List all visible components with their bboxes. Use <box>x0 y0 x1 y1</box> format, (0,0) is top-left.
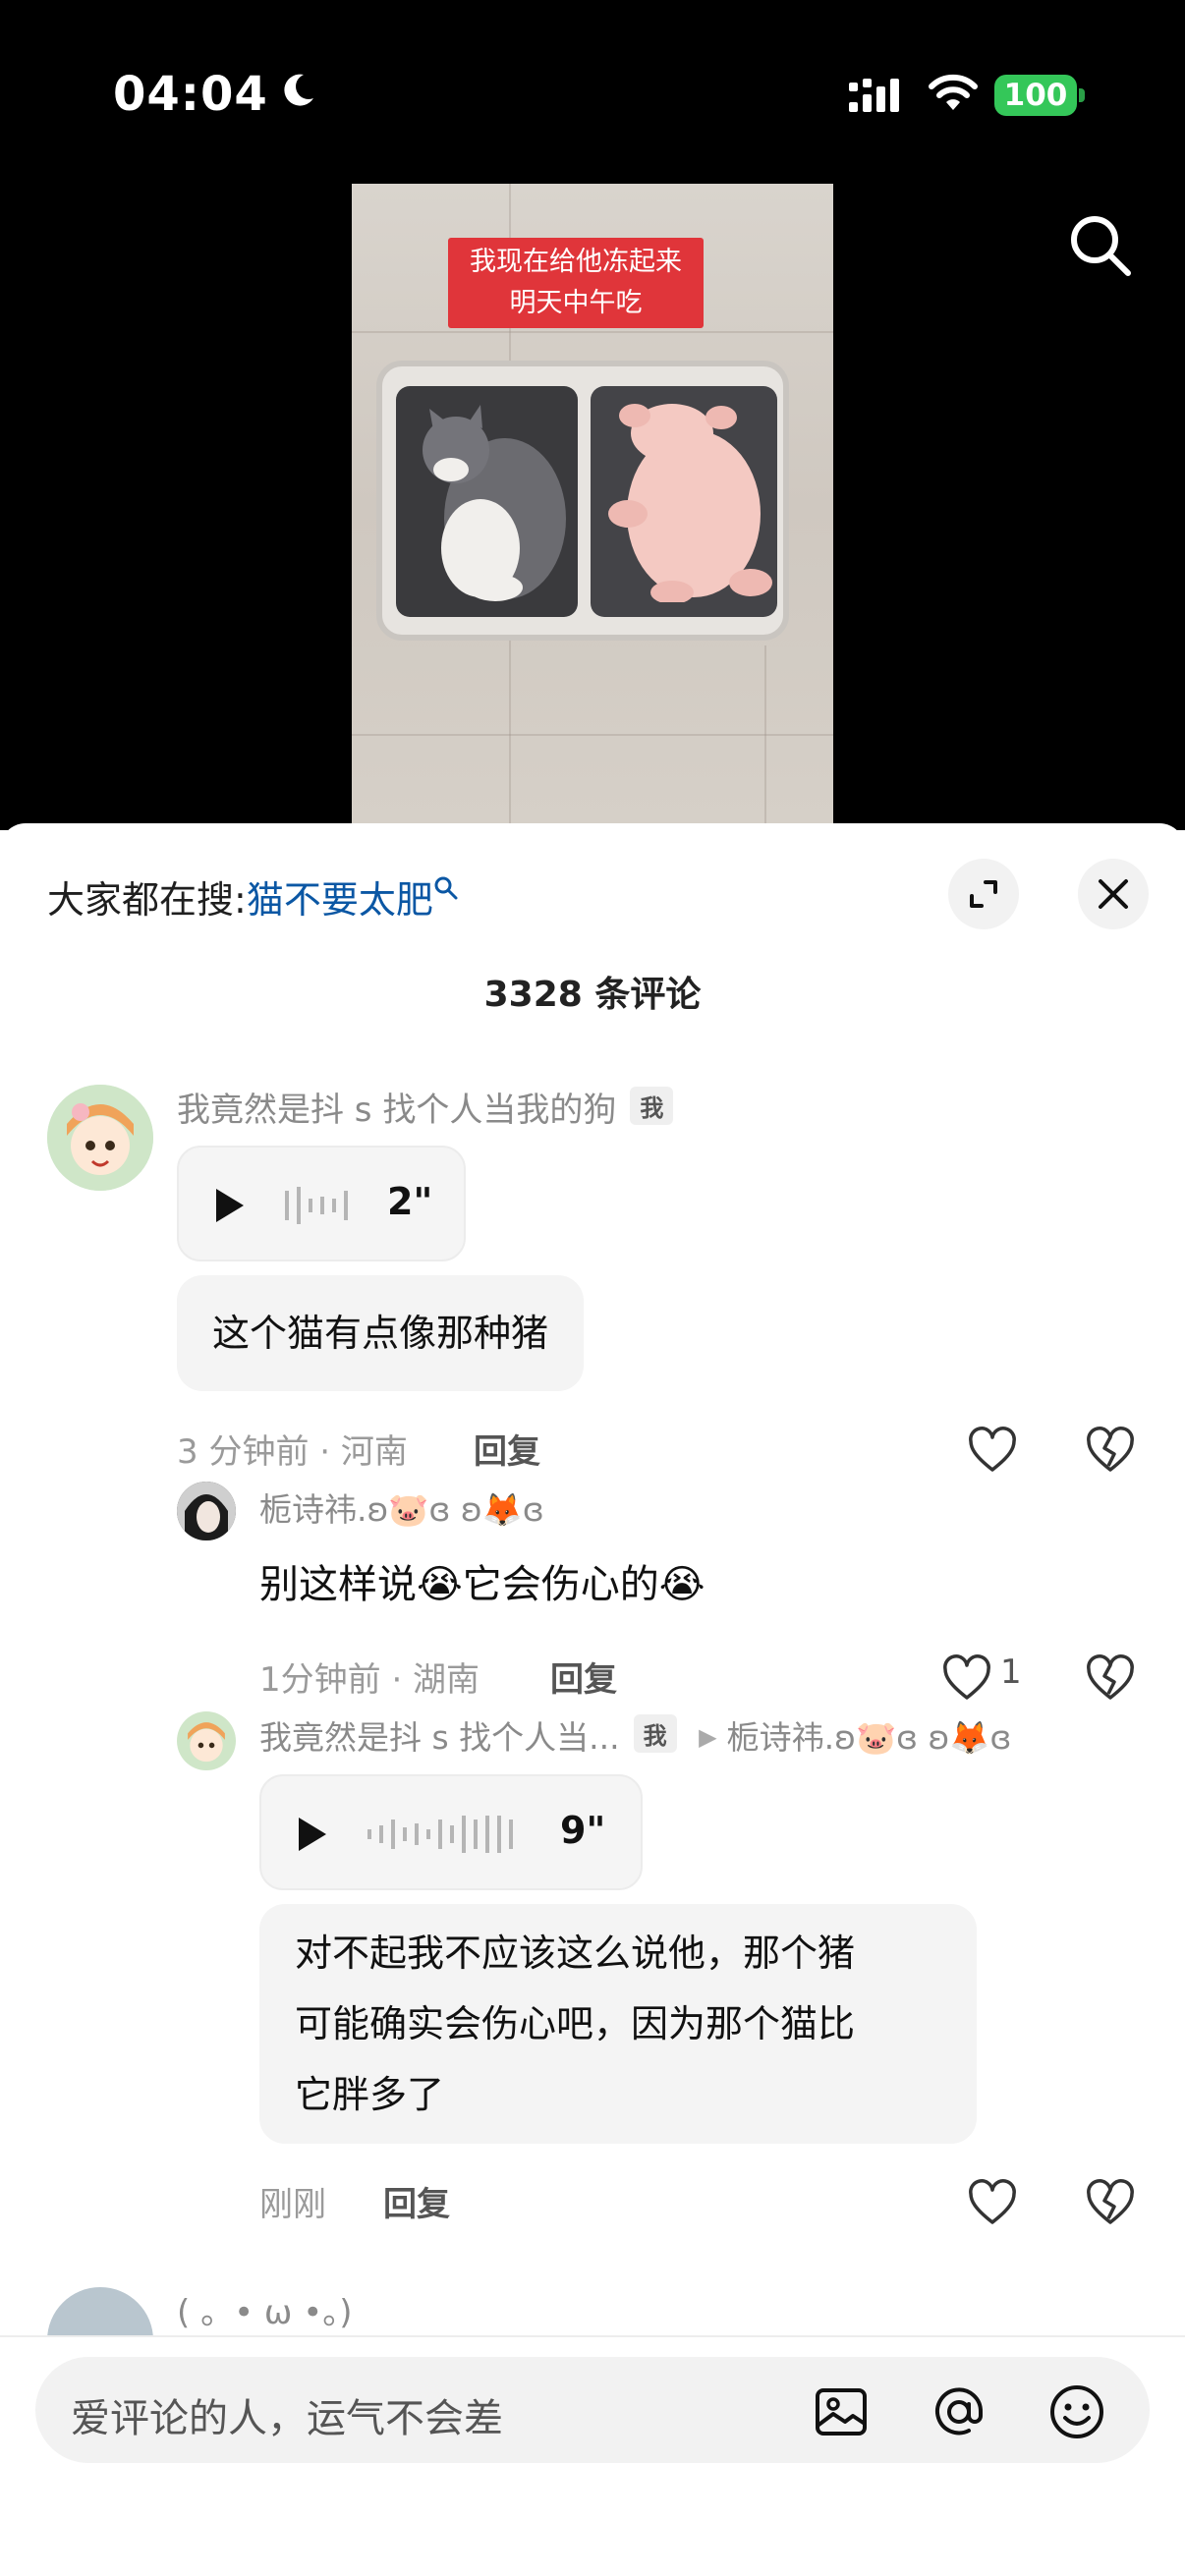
avatar[interactable] <box>177 1482 236 1540</box>
trending-prefix: 大家都在搜: <box>47 878 247 922</box>
avatar-anime-girl-image <box>47 1085 153 1191</box>
comment-username[interactable]: ( 。• ω •。) <box>177 2285 353 2333</box>
like-heart-icon[interactable] <box>967 2179 1018 2230</box>
reply-meta: 1分钟前 · 湖南 <box>259 1660 480 1700</box>
comment-count: 3328 条评论 <box>483 975 702 1015</box>
video-caption: 我现在给他冻起来 明天中午吃 <box>448 238 704 328</box>
comment-input[interactable]: 爱评论的人，运气不会差 <box>35 2357 1150 2463</box>
search-icon <box>434 876 458 900</box>
reply-button[interactable]: 回复 <box>383 2177 450 2225</box>
reply-text-line-1: 对不起我不应该这么说他，那个猪 <box>295 1932 856 1975</box>
like-count: 1 <box>1000 1652 1022 1692</box>
reply-text[interactable]: 别这样说😭它会伤心的😭 <box>259 1552 705 1609</box>
dislike-broken-heart-icon[interactable] <box>1085 2179 1136 2230</box>
avatar[interactable] <box>177 1711 236 1770</box>
voice-duration: 9" <box>560 1809 606 1852</box>
caption-line-2: 明天中午吃 <box>509 288 643 318</box>
comment-input-bar: 爱评论的人，运气不会差 <box>0 2335 1185 2576</box>
video-area[interactable]: 04:04 100 我现在给他冻起来 明天中午吃 <box>0 0 1185 830</box>
reply-meta: 刚刚 <box>259 2185 326 2224</box>
reply-to-username[interactable]: 栀诗祎.ʚ🐷ɞ ʚ🦊ɞ <box>727 1718 1012 1757</box>
me-badge: 我 <box>633 1714 677 1753</box>
reply-text-bubble[interactable]: 对不起我不应该这么说他，那个猪 可能确实会伤心吧，因为那个猫比 它胖多了 <box>259 1904 977 2144</box>
video-thumbnail[interactable]: 我现在给他冻起来 明天中午吃 <box>352 184 833 830</box>
waveform-icon <box>367 1816 513 1853</box>
caption-line-1: 我现在给他冻起来 <box>470 247 682 277</box>
play-icon <box>216 1189 244 1222</box>
close-button[interactable] <box>1078 859 1149 929</box>
reply-username[interactable]: 栀诗祎.ʚ🐷ɞ ʚ🦊ɞ <box>259 1484 544 1531</box>
voice-message[interactable]: 2" <box>177 1146 466 1261</box>
voice-message[interactable]: 9" <box>259 1774 643 1890</box>
emoji-icon[interactable] <box>1047 2382 1106 2441</box>
like-heart-icon[interactable] <box>941 1654 992 1706</box>
play-icon <box>299 1818 326 1851</box>
reply-button[interactable]: 回复 <box>550 1652 617 1701</box>
cellular-signal-icon <box>849 79 899 112</box>
moon-icon <box>284 74 313 106</box>
reply-text-line-3: 它胖多了 <box>295 2073 445 2116</box>
cat-image <box>423 405 566 601</box>
mention-icon[interactable] <box>930 2382 988 2441</box>
avatar-anime-girl-image <box>177 1711 236 1770</box>
reply-button[interactable]: 回复 <box>474 1425 540 1473</box>
close-icon <box>1099 879 1128 909</box>
expand-button[interactable] <box>948 859 1019 929</box>
wifi-icon <box>929 74 978 110</box>
reply-text-line-2: 可能确实会伤心吧，因为那个猫比 <box>295 2002 856 2045</box>
comments-sheet: 大家都在搜:猫不要太肥 3328 条评论 我竟然是抖 s 找个人当我的狗我 2"… <box>0 823 1185 2576</box>
dislike-broken-heart-icon[interactable] <box>1085 1654 1136 1706</box>
like-heart-icon[interactable] <box>967 1427 1018 1478</box>
status-bar: 04:04 100 <box>0 0 1185 187</box>
pig-plush-image <box>608 404 772 602</box>
battery-icon: 100 <box>994 75 1077 116</box>
reply-username-line[interactable]: 我竟然是抖 s 找个人当... 我 ▶ 栀诗祎.ʚ🐷ɞ ʚ🦊ɞ <box>259 1711 1011 1759</box>
search-icon[interactable] <box>1066 211 1135 280</box>
me-badge: 我 <box>630 1087 674 1125</box>
suitcase-image <box>376 361 789 641</box>
status-time: 04:04 <box>113 67 268 122</box>
username-text: 我竟然是抖 s 找个人当... <box>259 1718 620 1757</box>
comment-text[interactable]: 这个猫有点像那种猪 <box>177 1275 585 1391</box>
trending-search[interactable]: 大家都在搜:猫不要太肥 <box>47 869 459 924</box>
expand-icon <box>970 880 997 908</box>
battery-tip <box>1079 88 1085 102</box>
reply-to-arrow-icon: ▶ <box>699 1723 717 1751</box>
comment-username[interactable]: 我竟然是抖 s 找个人当我的狗我 <box>177 1083 674 1131</box>
username-text: 我竟然是抖 s 找个人当我的狗 <box>177 1091 617 1130</box>
comment-meta: 3 分钟前 · 河南 <box>177 1432 408 1472</box>
dislike-broken-heart-icon[interactable] <box>1085 1427 1136 1478</box>
voice-duration: 2" <box>387 1180 433 1223</box>
trending-query-link[interactable]: 猫不要太肥 <box>247 878 433 922</box>
input-placeholder: 爱评论的人，运气不会差 <box>71 2396 503 2441</box>
image-icon[interactable] <box>812 2382 871 2441</box>
avatar-portrait-image <box>177 1482 236 1540</box>
waveform-icon <box>285 1187 348 1224</box>
avatar[interactable] <box>47 1085 153 1191</box>
